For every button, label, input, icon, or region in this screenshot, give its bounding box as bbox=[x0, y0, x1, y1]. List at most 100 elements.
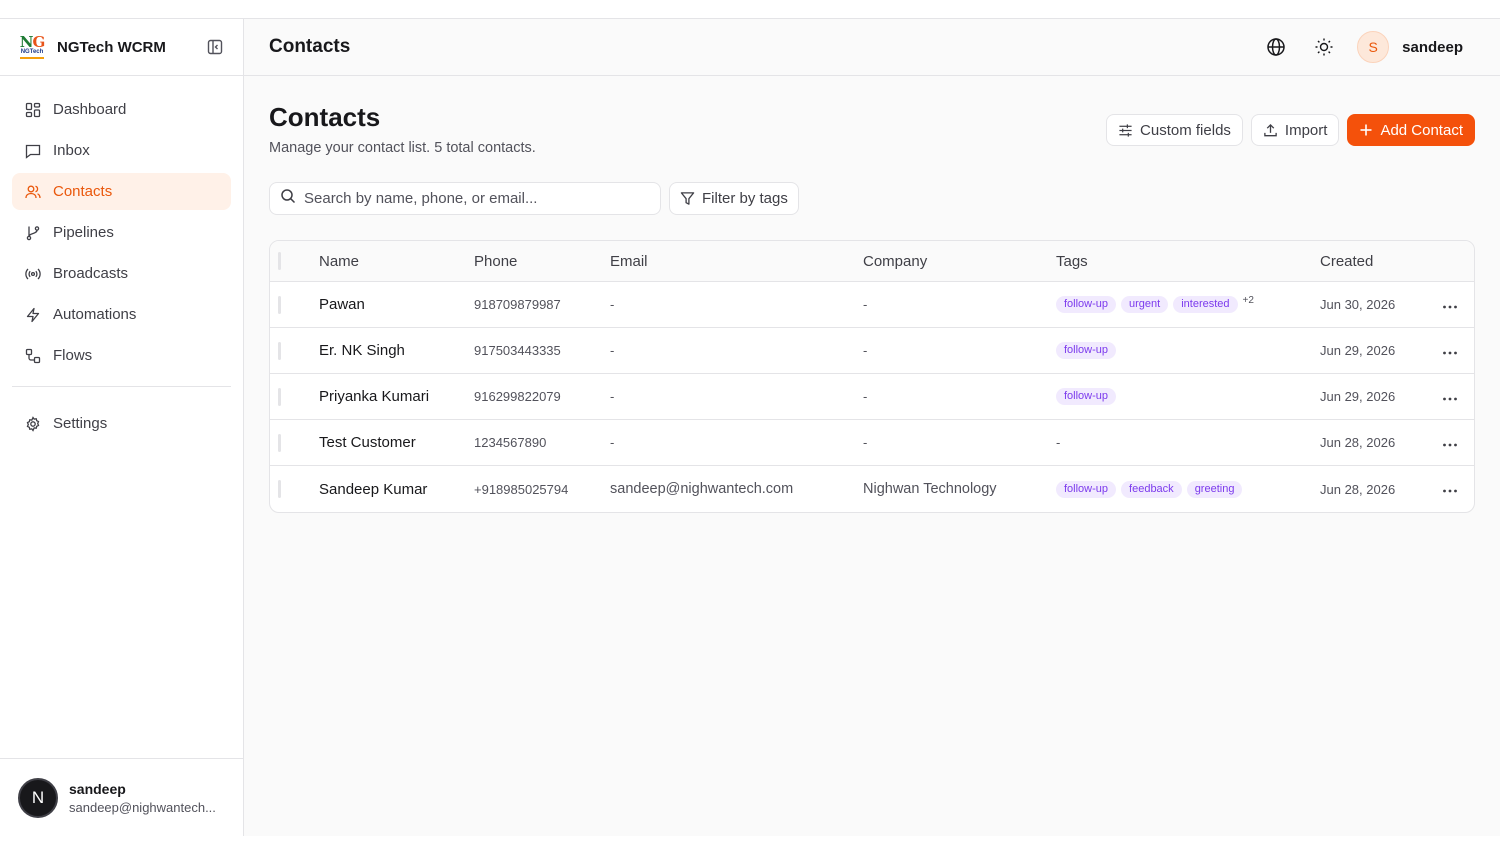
contact-company: - bbox=[863, 297, 868, 312]
row-actions-button[interactable] bbox=[1430, 389, 1470, 405]
sidebar-item-label: Broadcasts bbox=[53, 265, 129, 282]
filter-icon bbox=[680, 191, 695, 206]
sidebar: NG NGTech NGTech WCRM Dashboard Inbox Co… bbox=[0, 19, 244, 836]
gear-icon bbox=[24, 415, 41, 432]
sidebar-item-flows[interactable]: Flows bbox=[12, 337, 231, 374]
users-icon bbox=[24, 183, 41, 200]
contact-name[interactable]: Sandeep Kumar bbox=[319, 481, 474, 498]
import-label: Import bbox=[1284, 121, 1328, 139]
sidebar-item-contacts[interactable]: Contacts bbox=[12, 173, 231, 210]
tag-badge: follow-up bbox=[1056, 388, 1117, 405]
contact-name[interactable]: Test Customer bbox=[319, 434, 474, 451]
sidebar-item-label: Automations bbox=[53, 306, 137, 323]
search-box bbox=[269, 182, 661, 215]
layout-dashboard-icon bbox=[24, 101, 41, 118]
page-actions: Custom fields Import Add Contact bbox=[1098, 114, 1475, 146]
contact-phone: 916299822079 bbox=[474, 389, 561, 404]
table-row[interactable]: Priyanka Kumari 916299822079 - - follow-… bbox=[270, 374, 1474, 420]
git-branch-icon bbox=[24, 224, 41, 241]
sidebar-item-pipelines[interactable]: Pipelines bbox=[12, 214, 231, 251]
footer-user-name: sandeep bbox=[69, 780, 126, 797]
zap-icon bbox=[24, 306, 41, 323]
sun-icon[interactable] bbox=[1313, 36, 1335, 58]
row-checkbox[interactable] bbox=[270, 480, 319, 498]
plus-icon bbox=[1359, 123, 1373, 137]
sidebar-item-label: Dashboard bbox=[53, 101, 127, 118]
row-actions-button[interactable] bbox=[1430, 297, 1470, 313]
row-actions-button[interactable] bbox=[1430, 481, 1470, 497]
row-checkbox[interactable] bbox=[270, 341, 319, 360]
tag-badge: urgent bbox=[1121, 296, 1169, 313]
add-contact-button[interactable]: Add Contact bbox=[1347, 114, 1475, 146]
contact-company: Nighwan Technology bbox=[863, 481, 997, 497]
contact-created: Jun 28, 2026 bbox=[1320, 481, 1396, 497]
row-actions-button[interactable] bbox=[1430, 435, 1470, 451]
user-menu[interactable]: S sandeep bbox=[1357, 31, 1463, 63]
topbar-title: Contacts bbox=[269, 36, 351, 57]
user-name: sandeep bbox=[1402, 38, 1463, 56]
column-header[interactable]: Phone bbox=[474, 253, 610, 270]
contacts-table: Name Phone Email Company Tags Created Pa… bbox=[269, 240, 1475, 513]
sidebar-item-settings[interactable]: Settings bbox=[12, 405, 231, 442]
brand-header: NG NGTech NGTech WCRM bbox=[0, 19, 243, 76]
contact-created: Jun 29, 2026 bbox=[1320, 343, 1396, 358]
radio-icon bbox=[24, 265, 41, 282]
contact-tags-empty: - bbox=[1056, 435, 1061, 450]
search-input[interactable] bbox=[304, 190, 644, 207]
sliders-icon bbox=[1118, 123, 1133, 138]
tag-badge: feedback bbox=[1121, 480, 1182, 498]
sidebar-item-dashboard[interactable]: Dashboard bbox=[12, 91, 231, 128]
filter-by-tags-button[interactable]: Filter by tags bbox=[669, 182, 799, 215]
sidebar-user-footer[interactable]: N sandeep sandeep@nighwantech... bbox=[0, 758, 243, 836]
tag-badge: interested bbox=[1173, 296, 1238, 313]
table-row[interactable]: Test Customer 1234567890 - - - Jun 28, 2… bbox=[270, 420, 1474, 466]
contact-phone: 917503443335 bbox=[474, 343, 561, 358]
row-checkbox[interactable] bbox=[270, 295, 319, 314]
filter-row: Filter by tags bbox=[269, 182, 1475, 215]
column-header[interactable]: Created bbox=[1320, 253, 1430, 270]
contact-name[interactable]: Priyanka Kumari bbox=[319, 388, 474, 405]
contact-name[interactable]: Pawan bbox=[319, 296, 474, 313]
row-actions-button[interactable] bbox=[1430, 343, 1470, 359]
upload-icon bbox=[1263, 123, 1278, 138]
more-horizontal-icon bbox=[1442, 297, 1458, 313]
import-button[interactable]: Import bbox=[1250, 114, 1340, 146]
sidebar-item-label: Settings bbox=[53, 415, 108, 432]
sidebar-item-broadcasts[interactable]: Broadcasts bbox=[12, 255, 231, 292]
user-avatar: S bbox=[1357, 31, 1390, 63]
sidebar-collapse-icon[interactable] bbox=[205, 37, 225, 57]
sidebar-item-inbox[interactable]: Inbox bbox=[12, 132, 231, 169]
brand-name: NGTech WCRM bbox=[57, 38, 166, 56]
contact-tags: follow-up bbox=[1056, 388, 1320, 405]
row-checkbox[interactable] bbox=[270, 387, 319, 406]
column-header[interactable]: Tags bbox=[1056, 253, 1320, 270]
table-row[interactable]: Sandeep Kumar +918985025794 sandeep@nigh… bbox=[270, 466, 1474, 512]
column-header[interactable]: Company bbox=[863, 253, 1056, 270]
search-icon bbox=[280, 188, 296, 209]
contact-email: - bbox=[610, 435, 615, 450]
filter-label: Filter by tags bbox=[702, 190, 788, 207]
select-all-checkbox[interactable] bbox=[270, 252, 319, 270]
contact-tags: follow-up feedback greeting bbox=[1056, 480, 1320, 498]
contact-email: sandeep@nighwantech.com bbox=[610, 481, 794, 497]
contact-email: - bbox=[610, 343, 615, 358]
sidebar-item-label: Inbox bbox=[53, 142, 90, 159]
contact-company: - bbox=[863, 389, 868, 404]
tag-badge: greeting bbox=[1186, 480, 1243, 498]
column-header[interactable]: Name bbox=[319, 253, 474, 270]
row-checkbox[interactable] bbox=[270, 433, 319, 452]
tag-badge: follow-up bbox=[1056, 480, 1117, 498]
sidebar-item-automations[interactable]: Automations bbox=[12, 296, 231, 333]
more-horizontal-icon bbox=[1442, 435, 1458, 451]
contact-company: - bbox=[863, 343, 868, 358]
column-header[interactable]: Email bbox=[610, 253, 863, 270]
table-row[interactable]: Er. NK Singh 917503443335 - - follow-up … bbox=[270, 328, 1474, 374]
contact-email: - bbox=[610, 297, 615, 312]
tag-overflow-count: +2 bbox=[1242, 295, 1254, 306]
add-contact-label: Add Contact bbox=[1380, 121, 1463, 139]
globe-icon[interactable] bbox=[1265, 36, 1287, 58]
contact-name[interactable]: Er. NK Singh bbox=[319, 342, 474, 359]
custom-fields-button[interactable]: Custom fields bbox=[1106, 114, 1243, 146]
table-row[interactable]: Pawan 918709879987 - - follow-up urgent … bbox=[270, 282, 1474, 328]
tag-badge: follow-up bbox=[1056, 296, 1117, 313]
